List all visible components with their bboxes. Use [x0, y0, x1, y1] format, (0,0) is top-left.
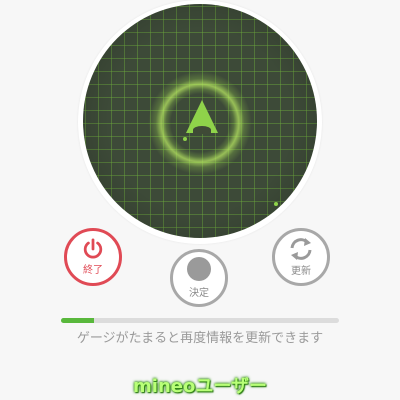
radar-frame [78, 0, 322, 244]
refresh-gauge-fill [61, 318, 95, 323]
confirm-button-label: 決定 [189, 288, 209, 299]
radar-display [83, 4, 317, 238]
radar-user-dot [183, 137, 187, 141]
refresh-gauge [61, 318, 339, 323]
end-button[interactable]: 終了 [64, 228, 122, 286]
confirm-button[interactable]: 決定 [170, 249, 228, 307]
record-dot-icon [187, 257, 211, 281]
gauge-hint-text: ゲージがたまると再度情報を更新できます [76, 331, 324, 346]
brand-logo-text: mineoユーザー [133, 376, 267, 397]
update-button-label: 更新 [291, 266, 311, 277]
end-button-label: 終了 [83, 265, 103, 276]
update-button[interactable]: 更新 [272, 228, 330, 286]
direction-arrow-notch [193, 126, 211, 134]
power-icon [83, 238, 103, 259]
refresh-icon [290, 238, 312, 260]
radar-user-dot [274, 202, 278, 206]
